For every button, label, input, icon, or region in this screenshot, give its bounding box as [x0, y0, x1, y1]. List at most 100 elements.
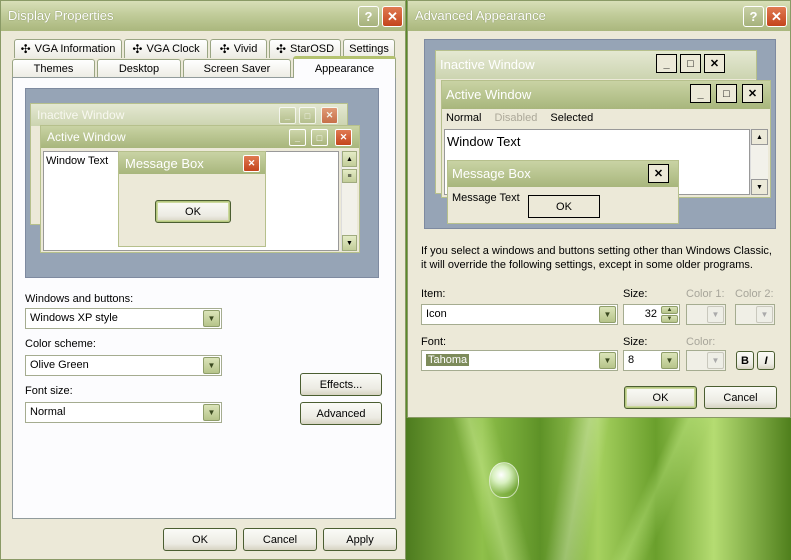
close-icon: ✕	[648, 164, 669, 183]
close-icon: ✕	[243, 155, 260, 172]
ok-button[interactable]: OK	[624, 386, 697, 409]
windows-buttons-label: Windows and buttons:	[25, 293, 134, 305]
scroll-down-icon: ▼	[751, 179, 768, 195]
chevron-down-icon[interactable]: ▼	[707, 306, 724, 323]
crosshair-icon: ✣	[20, 42, 31, 56]
color2-picker[interactable]: ▼	[735, 304, 775, 325]
chevron-down-icon[interactable]: ▼	[599, 306, 616, 323]
chevron-down-icon[interactable]: ▼	[203, 357, 220, 374]
crosshair-icon: ✣	[219, 42, 230, 56]
display-properties-window: Display Properties ? ✕ ✣ VGA Information…	[0, 0, 406, 560]
close-icon: ✕	[742, 84, 763, 103]
chevron-down-icon[interactable]: ▼	[707, 352, 724, 369]
preview-message-box: Message Box ✕ OK	[118, 151, 266, 247]
close-icon: ✕	[335, 129, 352, 146]
preview-ok-button: OK	[155, 200, 231, 223]
help-button[interactable]: ?	[358, 6, 379, 27]
tab-screen-saver[interactable]: Screen Saver	[183, 59, 291, 78]
close-button[interactable]: ✕	[382, 6, 403, 27]
appearance-panel: Inactive Window _ □ ✕ Active Window _ □ …	[12, 77, 396, 519]
font-color-picker[interactable]: ▼	[686, 350, 726, 371]
apply-button[interactable]: Apply	[323, 528, 397, 551]
advanced-appearance-titlebar[interactable]: Advanced Appearance ? ✕	[408, 1, 790, 31]
window-text: Window Text	[46, 155, 109, 167]
preview-message-box: Message Box ✕ Message Text OK	[447, 160, 679, 224]
font-size-label: Font size:	[25, 385, 73, 397]
color2-label: Color 2:	[735, 288, 774, 300]
chevron-down-icon[interactable]: ▼	[203, 404, 220, 421]
scroll-up-icon: ▲	[342, 151, 357, 167]
preview-scrollbar: ▲ ≡ ▼	[341, 151, 357, 251]
font-label: Font:	[421, 336, 447, 348]
chevron-down-icon[interactable]: ▼	[661, 352, 678, 369]
minimize-icon: _	[656, 54, 677, 73]
tab-themes[interactable]: Themes	[12, 59, 95, 78]
close-icon: ✕	[704, 54, 725, 73]
item-select[interactable]: Icon ▼	[421, 304, 618, 325]
crosshair-icon: ✣	[132, 42, 143, 56]
preview-menu-bar: Normal Disabled Selected	[446, 112, 766, 126]
color-scheme-label: Color scheme:	[25, 338, 96, 350]
minimize-icon: _	[279, 107, 296, 124]
tab-appearance[interactable]: Appearance	[293, 56, 396, 78]
menu-disabled: Disabled	[494, 112, 538, 124]
chevron-down-icon[interactable]: ▼	[203, 310, 220, 327]
size-spinner[interactable]: 32 ▲ ▼	[623, 304, 680, 325]
crosshair-icon: ✣	[275, 42, 287, 56]
effects-button[interactable]: Effects...	[300, 373, 382, 396]
italic-button[interactable]: I	[757, 351, 775, 370]
color1-label: Color 1:	[686, 288, 725, 300]
color1-picker[interactable]: ▼	[686, 304, 726, 325]
font-size-select[interactable]: 8 ▼	[623, 350, 680, 371]
tab-vga-information[interactable]: ✣ VGA Information	[14, 39, 122, 58]
advanced-appearance-window: Advanced Appearance ? ✕ Inactive Window …	[407, 0, 791, 418]
chevron-down-icon[interactable]: ▼	[599, 352, 616, 369]
font-select[interactable]: Tahoma ▼	[421, 350, 618, 371]
advanced-preview: Inactive Window _ □ ✕ Active Window _ □ …	[424, 39, 776, 229]
spin-down-icon[interactable]: ▼	[661, 315, 678, 323]
size-label: Size:	[623, 288, 648, 300]
close-icon: ✕	[321, 107, 338, 124]
menu-normal: Normal	[446, 112, 482, 124]
help-button[interactable]: ?	[743, 6, 764, 27]
scroll-thumb: ≡	[342, 169, 357, 183]
color-label: Color:	[686, 336, 716, 348]
window-text: Window Text	[447, 134, 521, 149]
desktop-wallpaper	[405, 418, 791, 560]
windows-buttons-select[interactable]: Windows XP style ▼	[25, 308, 222, 329]
scroll-down-icon: ▼	[342, 235, 357, 251]
tab-desktop[interactable]: Desktop	[97, 59, 181, 78]
font-size-select[interactable]: Normal ▼	[25, 402, 222, 423]
maximize-icon: □	[680, 54, 701, 73]
preview-scrollbar: ▲ ▼	[750, 129, 768, 195]
item-label: Item:	[421, 288, 446, 300]
font-size-label: Size:	[623, 336, 648, 348]
window-title: Display Properties	[8, 8, 114, 23]
ok-button[interactable]: OK	[163, 528, 237, 551]
appearance-preview: Inactive Window _ □ ✕ Active Window _ □ …	[25, 88, 379, 278]
chevron-down-icon[interactable]: ▼	[756, 306, 773, 323]
cancel-button[interactable]: Cancel	[243, 528, 317, 551]
maximize-icon: □	[716, 84, 737, 103]
water-drop-image	[489, 462, 519, 498]
close-button[interactable]: ✕	[766, 6, 787, 27]
maximize-icon: □	[299, 107, 316, 124]
preview-ok-button: OK	[528, 195, 600, 218]
cancel-button[interactable]: Cancel	[704, 386, 777, 409]
minimize-icon: _	[289, 129, 306, 146]
maximize-icon: □	[311, 129, 328, 146]
minimize-icon: _	[690, 84, 711, 103]
info-text-line1: If you select a windows and buttons sett…	[421, 245, 772, 257]
message-text: Message Text	[452, 192, 520, 204]
color-scheme-select[interactable]: Olive Green ▼	[25, 355, 222, 376]
window-title: Advanced Appearance	[415, 8, 546, 23]
tab-vga-clock[interactable]: ✣ VGA Clock	[124, 39, 208, 58]
spin-up-icon[interactable]: ▲	[661, 306, 678, 314]
info-text-line2: it will override the following settings,…	[421, 259, 753, 271]
bold-button[interactable]: B	[736, 351, 754, 370]
scroll-up-icon: ▲	[751, 129, 768, 145]
menu-selected: Selected	[550, 112, 594, 124]
display-properties-titlebar[interactable]: Display Properties ? ✕	[1, 1, 405, 31]
advanced-button[interactable]: Advanced	[300, 402, 382, 425]
tab-vivid[interactable]: ✣ Vivid	[210, 39, 267, 58]
